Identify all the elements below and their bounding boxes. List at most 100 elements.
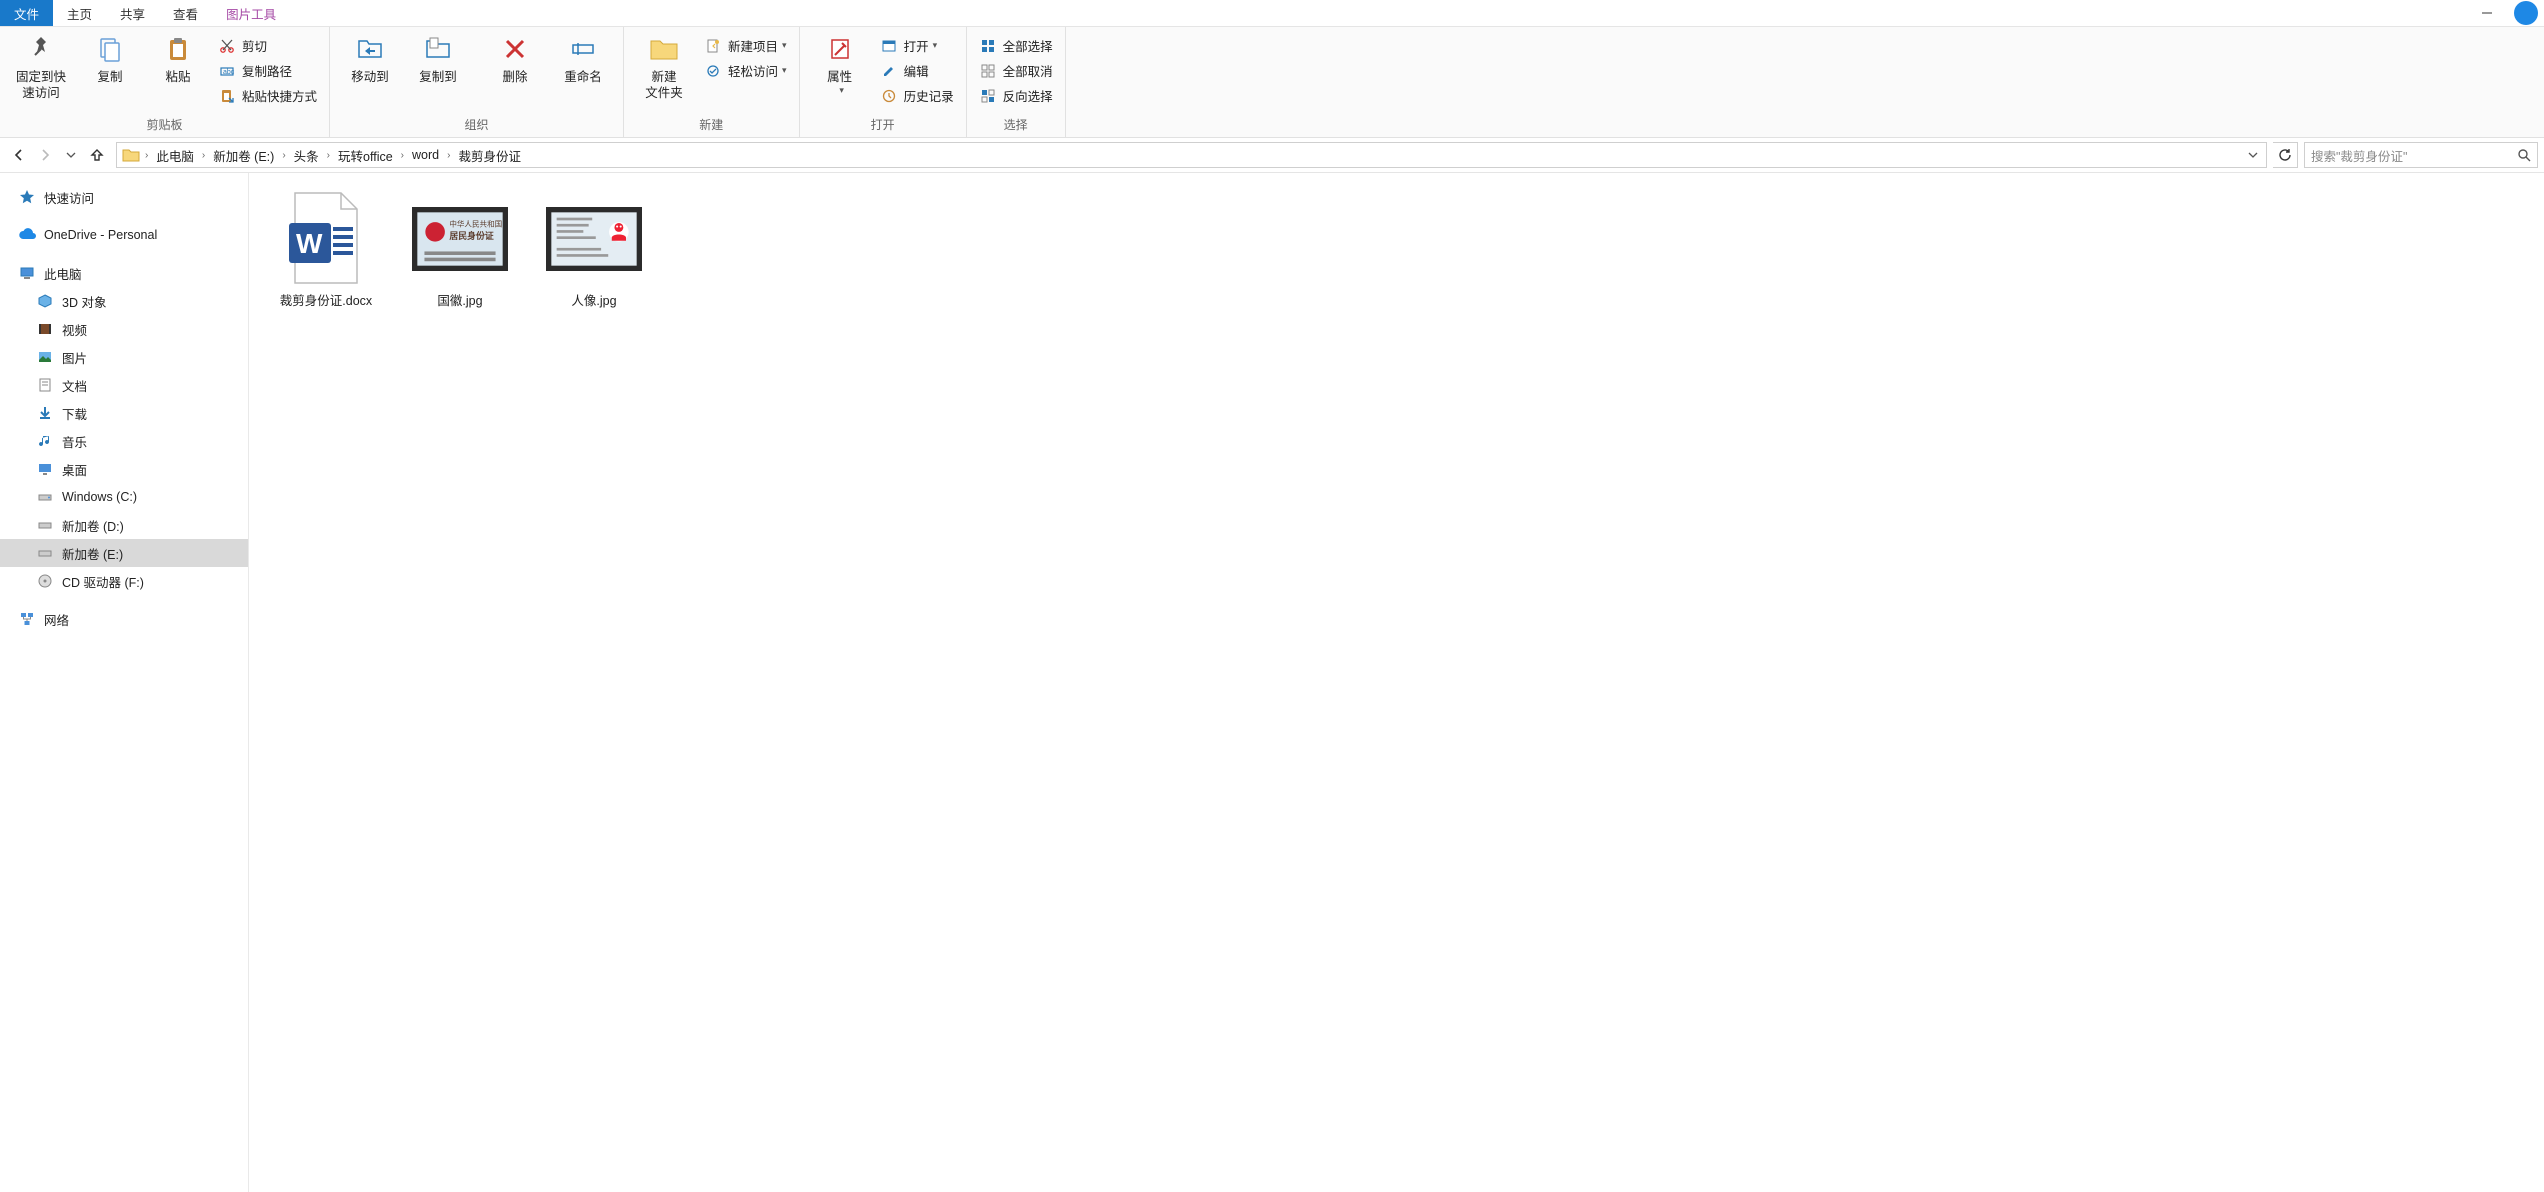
open-button[interactable]: 打开 ▾ xyxy=(874,33,960,58)
svg-text:居民身份证: 居民身份证 xyxy=(449,230,493,241)
window-minimize[interactable] xyxy=(2464,0,2510,26)
sidebar-this-pc[interactable]: 此电脑 xyxy=(0,259,248,287)
star-icon xyxy=(18,188,36,206)
open-caption: 打开 xyxy=(806,114,960,137)
ribbon-group-organize: 移动到 复制到 删除 重命名 组织 xyxy=(330,27,624,137)
chevron-right-icon[interactable]: › xyxy=(143,150,150,161)
sidebar-music[interactable]: 音乐 xyxy=(0,427,248,455)
file-item-img-back[interactable]: 人像.jpg xyxy=(529,191,659,309)
explorer-body: 快速访问 OneDrive - Personal 此电脑 3D 对象 视频 图片 xyxy=(0,173,2544,1192)
history-icon xyxy=(880,87,898,105)
easy-access-label: 轻松访问 xyxy=(728,61,778,80)
sidebar-onedrive[interactable]: OneDrive - Personal xyxy=(0,221,248,249)
invert-selection-icon xyxy=(979,87,997,105)
tab-file[interactable]: 文件 xyxy=(0,0,53,26)
breadcrumb-seg-5[interactable]: 裁剪身份证 xyxy=(452,143,527,167)
image-thumbnail xyxy=(546,191,642,287)
sidebar-cd-drive-f[interactable]: CD 驱动器 (F:) xyxy=(0,567,248,595)
moveto-button[interactable]: 移动到 xyxy=(336,29,404,85)
file-name: 人像.jpg xyxy=(571,293,616,309)
cube-icon xyxy=(36,292,54,310)
new-item-button[interactable]: 新建项目 ▾ xyxy=(698,33,793,58)
chevron-down-icon: ▾ xyxy=(782,65,787,76)
sidebar-videos[interactable]: 视频 xyxy=(0,315,248,343)
picture-icon xyxy=(36,348,54,366)
paste-button[interactable]: 粘贴 xyxy=(144,29,212,85)
history-button[interactable]: 历史记录 xyxy=(874,83,960,108)
sidebar-3d-objects[interactable]: 3D 对象 xyxy=(0,287,248,315)
sidebar-network[interactable]: 网络 xyxy=(0,605,248,633)
copy-path-button[interactable]: abc 复制路径 xyxy=(212,58,323,83)
select-all-icon xyxy=(979,37,997,55)
cut-label: 剪切 xyxy=(242,36,267,55)
sidebar-pictures[interactable]: 图片 xyxy=(0,343,248,371)
select-none-button[interactable]: 全部取消 xyxy=(973,58,1059,83)
chevron-right-icon[interactable]: › xyxy=(280,150,287,161)
rename-label: 重命名 xyxy=(564,69,602,85)
address-dropdown[interactable] xyxy=(2242,150,2264,160)
history-label: 历史记录 xyxy=(904,86,954,105)
new-folder-button[interactable]: 新建 文件夹 xyxy=(630,29,698,101)
easy-access-button[interactable]: 轻松访问 ▾ xyxy=(698,58,793,83)
refresh-button[interactable] xyxy=(2273,142,2298,168)
sidebar-quick-access[interactable]: 快速访问 xyxy=(0,183,248,211)
rename-icon xyxy=(567,33,599,65)
cloud-icon xyxy=(18,226,36,244)
nav-recent-dropdown[interactable] xyxy=(58,142,84,168)
moveto-icon xyxy=(354,33,386,65)
breadcrumb-seg-1[interactable]: 新加卷 (E:) xyxy=(207,143,280,167)
copyto-icon xyxy=(422,33,454,65)
sidebar-drive-c[interactable]: Windows (C:) xyxy=(0,483,248,511)
new-caption: 新建 xyxy=(630,114,793,137)
search-icon xyxy=(2517,148,2531,162)
breadcrumb-seg-3[interactable]: 玩转office xyxy=(332,143,399,167)
sidebar-desktop[interactable]: 桌面 xyxy=(0,455,248,483)
select-all-button[interactable]: 全部选择 xyxy=(973,33,1059,58)
sidebar-documents[interactable]: 文档 xyxy=(0,371,248,399)
file-item-img-front[interactable]: 中华人民共和国 居民身份证 国徽.jpg xyxy=(395,191,525,309)
chevron-down-icon: ▾ xyxy=(782,40,787,51)
chevron-right-icon[interactable]: › xyxy=(399,150,406,161)
nav-forward[interactable] xyxy=(32,142,58,168)
clipboard-caption: 剪贴板 xyxy=(6,114,323,137)
user-avatar[interactable] xyxy=(2514,1,2538,25)
pc-icon xyxy=(18,264,36,282)
copy-button[interactable]: 复制 xyxy=(76,29,144,85)
cut-button[interactable]: 剪切 xyxy=(212,33,323,58)
file-pane[interactable]: W 裁剪身份证.docx 中华人民共和国 居民身份证 xyxy=(249,173,2544,1192)
chevron-right-icon[interactable]: › xyxy=(200,150,207,161)
select-none-icon xyxy=(979,62,997,80)
file-item-docx[interactable]: W 裁剪身份证.docx xyxy=(261,191,391,309)
delete-button[interactable]: 删除 xyxy=(481,29,549,85)
pin-to-quick-access-button[interactable]: 固定到快 速访问 xyxy=(6,29,76,101)
chevron-right-icon[interactable]: › xyxy=(445,150,452,161)
search-box[interactable]: 搜索"裁剪身份证" xyxy=(2304,142,2538,168)
delete-label: 删除 xyxy=(503,69,528,85)
document-icon xyxy=(36,376,54,394)
nav-up[interactable] xyxy=(84,142,110,168)
breadcrumb-seg-2[interactable]: 头条 xyxy=(288,143,325,167)
rename-button[interactable]: 重命名 xyxy=(549,29,617,85)
nav-back[interactable] xyxy=(6,142,32,168)
tab-picture-tools[interactable]: 图片工具 xyxy=(212,0,290,26)
sidebar-downloads[interactable]: 下载 xyxy=(0,399,248,427)
nav-bar: › 此电脑 › 新加卷 (E:) › 头条 › 玩转office › word … xyxy=(0,138,2544,173)
breadcrumb-seg-4[interactable]: word xyxy=(406,143,445,167)
select-none-label: 全部取消 xyxy=(1003,61,1053,80)
edit-button[interactable]: 编辑 xyxy=(874,58,960,83)
tab-view[interactable]: 查看 xyxy=(159,0,212,26)
tab-share[interactable]: 共享 xyxy=(106,0,159,26)
paste-shortcut-button[interactable]: 粘贴快捷方式 xyxy=(212,83,323,108)
breadcrumb-seg-0[interactable]: 此电脑 xyxy=(150,143,200,167)
copyto-button[interactable]: 复制到 xyxy=(404,29,472,85)
svg-text:W: W xyxy=(296,228,323,259)
drive-icon xyxy=(36,488,54,506)
tab-home[interactable]: 主页 xyxy=(53,0,106,26)
easy-access-icon xyxy=(704,62,722,80)
invert-selection-button[interactable]: 反向选择 xyxy=(973,83,1059,108)
sidebar-drive-e[interactable]: 新加卷 (E:) xyxy=(0,539,248,567)
chevron-right-icon[interactable]: › xyxy=(325,150,332,161)
address-bar[interactable]: › 此电脑 › 新加卷 (E:) › 头条 › 玩转office › word … xyxy=(116,142,2267,168)
properties-button[interactable]: 属性 ▾ xyxy=(806,29,874,96)
sidebar-drive-d[interactable]: 新加卷 (D:) xyxy=(0,511,248,539)
